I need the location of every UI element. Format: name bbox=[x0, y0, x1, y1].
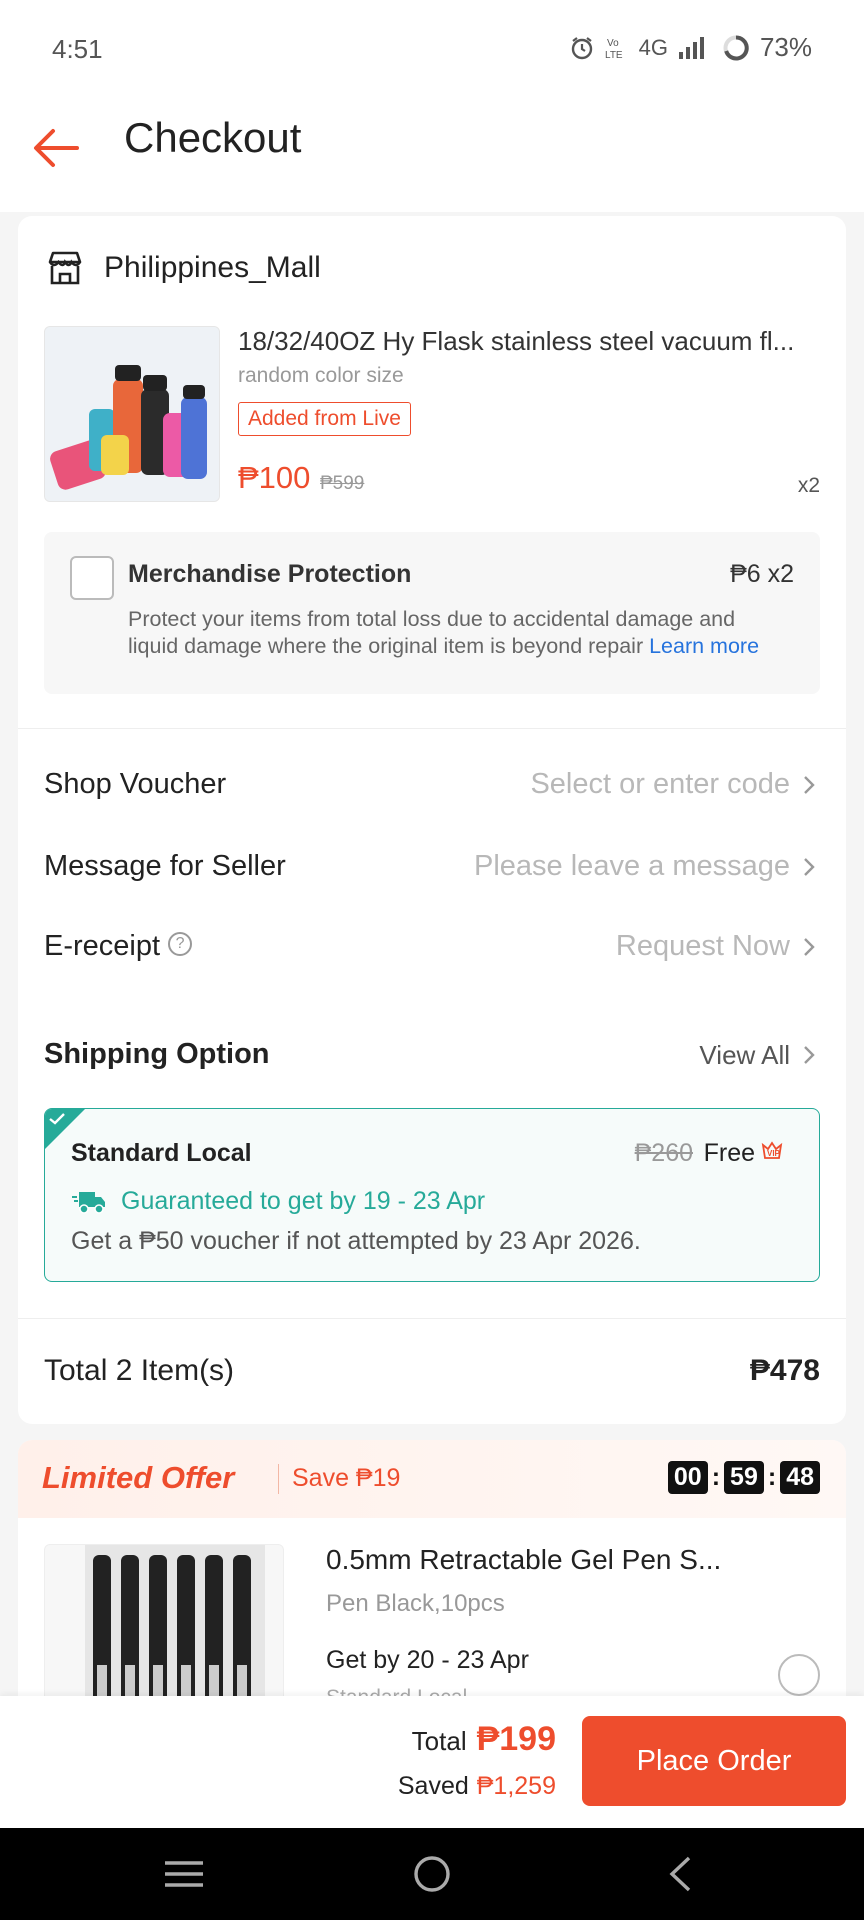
volte-icon: Vo LTE bbox=[605, 35, 629, 61]
divider bbox=[18, 1318, 846, 1319]
learn-more-link[interactable]: Learn more bbox=[649, 634, 759, 658]
countdown-timer: 00 : 59 : 48 bbox=[667, 1461, 820, 1494]
protection-description: Protect your items from total loss due t… bbox=[128, 606, 788, 660]
shop-voucher-label: Shop Voucher bbox=[44, 768, 227, 800]
message-seller-value[interactable]: Please leave a message bbox=[474, 850, 790, 883]
checkout-bottom-bar: Total ₱199 Saved ₱1,259 Place Order bbox=[0, 1696, 864, 1828]
shipping-guarantee: Guaranteed to get by 19 - 23 Apr bbox=[71, 1187, 485, 1216]
place-order-button[interactable]: Place Order bbox=[582, 1716, 846, 1806]
limited-offer-save: Save ₱19 bbox=[292, 1464, 401, 1492]
page-title: Checkout bbox=[124, 114, 302, 161]
shipping-fee: Free bbox=[703, 1139, 755, 1167]
order-total-value: ₱478 bbox=[749, 1354, 820, 1387]
check-icon bbox=[49, 1113, 65, 1125]
ereceipt-label: E-receipt bbox=[44, 930, 161, 962]
chevron-right-icon[interactable] bbox=[800, 938, 818, 956]
product-original-price: ₱599 bbox=[320, 473, 365, 494]
header: Checkout bbox=[0, 100, 864, 212]
info-icon[interactable]: ? bbox=[168, 932, 193, 957]
system-nav-bar bbox=[0, 1828, 864, 1920]
bottom-saved-value: ₱1,259 bbox=[476, 1772, 556, 1800]
ereceipt-row: E-receipt? bbox=[44, 930, 193, 963]
shipping-option-title: Shipping Option bbox=[44, 1038, 270, 1070]
bottom-total: Total ₱199 bbox=[412, 1720, 556, 1759]
protection-checkbox[interactable] bbox=[70, 556, 114, 600]
truck-icon bbox=[72, 1191, 105, 1214]
offer-separator bbox=[278, 1464, 279, 1494]
store-icon bbox=[48, 251, 82, 285]
shipping-option-card[interactable]: Standard Local ₱260 Free VIP Guaranteed … bbox=[44, 1108, 820, 1282]
chevron-right-icon[interactable] bbox=[800, 1046, 818, 1064]
vip-icon: VIP bbox=[761, 1141, 783, 1159]
chevron-right-icon[interactable] bbox=[800, 858, 818, 876]
shipping-method-name: Standard Local bbox=[71, 1139, 252, 1167]
offer-select-radio[interactable] bbox=[778, 1654, 820, 1696]
shop-name: Philippines_Mall bbox=[104, 251, 321, 284]
timer-hours: 00 bbox=[667, 1461, 708, 1494]
product-variant: random color size bbox=[238, 364, 404, 387]
divider bbox=[18, 728, 846, 729]
svg-text:VIP: VIP bbox=[767, 1149, 781, 1158]
shipping-voucher-note: Get a ₱50 voucher if not attempted by 23… bbox=[71, 1227, 641, 1255]
svg-text:Vo: Vo bbox=[607, 38, 619, 49]
bottom-total-label: Total bbox=[411, 1726, 467, 1756]
bottom-saved: Saved ₱1,259 bbox=[398, 1772, 556, 1801]
product-image[interactable] bbox=[44, 326, 220, 502]
status-bar: 4:51 Vo LTE 4G 73% bbox=[0, 0, 864, 100]
message-seller-label: Message for Seller bbox=[44, 850, 286, 882]
alarm-icon bbox=[569, 35, 595, 61]
limited-offer-banner: Limited Offer Save ₱19 00 : 59 : 48 bbox=[18, 1440, 846, 1518]
status-icons: Vo LTE 4G 73% bbox=[569, 32, 812, 63]
order-total-label: Total 2 Item(s) bbox=[44, 1354, 235, 1387]
chevron-right-icon[interactable] bbox=[800, 776, 818, 794]
shipping-guarantee-text: Guaranteed to get by 19 - 23 Apr bbox=[121, 1187, 486, 1215]
nav-back-icon[interactable] bbox=[656, 1850, 704, 1898]
timer-minutes: 59 bbox=[724, 1461, 764, 1494]
product-title[interactable]: 18/32/40OZ Hy Flask stainless steel vacu… bbox=[238, 326, 820, 357]
offer-product-variant: Pen Black,10pcs bbox=[326, 1590, 505, 1617]
merchandise-protection: Merchandise Protection ₱6 x2 Protect you… bbox=[44, 532, 820, 694]
offer-product-title[interactable]: 0.5mm Retractable Gel Pen S... bbox=[326, 1544, 786, 1576]
menu-icon[interactable] bbox=[160, 1850, 208, 1898]
shop-header[interactable]: Philippines_Mall bbox=[46, 250, 321, 286]
svg-text:LTE: LTE bbox=[605, 50, 623, 61]
offer-product-image[interactable] bbox=[44, 1544, 284, 1700]
shipping-original-fee: ₱260 bbox=[634, 1139, 693, 1167]
protection-description-text: Protect your items from total loss due t… bbox=[128, 607, 736, 658]
order-card: Philippines_Mall 18/32/40OZ Hy Flask sta… bbox=[18, 216, 846, 1424]
bottom-total-value: ₱199 bbox=[476, 1720, 556, 1758]
home-icon[interactable] bbox=[408, 1850, 456, 1898]
offer-delivery-estimate: Get by 20 - 23 Apr bbox=[326, 1646, 529, 1674]
protection-title: Merchandise Protection bbox=[128, 560, 412, 588]
battery-icon bbox=[722, 34, 750, 62]
back-arrow-icon bbox=[34, 129, 79, 167]
status-time: 4:51 bbox=[52, 34, 103, 64]
product-quantity: x2 bbox=[797, 474, 820, 497]
shop-voucher-value[interactable]: Select or enter code bbox=[530, 768, 790, 801]
protection-price: ₱6 x2 bbox=[730, 560, 794, 588]
network-type: 4G bbox=[638, 34, 668, 60]
product-price: ₱100 bbox=[238, 460, 311, 495]
timer-seconds: 48 bbox=[780, 1461, 820, 1494]
limited-offer-title: Limited Offer bbox=[42, 1460, 235, 1495]
back-button[interactable] bbox=[26, 118, 86, 178]
added-from-live-tag: Added from Live bbox=[238, 402, 411, 436]
ereceipt-value[interactable]: Request Now bbox=[616, 930, 790, 963]
limited-offer-card: Limited Offer Save ₱19 00 : 59 : 48 0.5m… bbox=[18, 1440, 846, 1700]
battery-level: 73% bbox=[759, 32, 812, 62]
signal-icon bbox=[678, 36, 704, 60]
shipping-view-all[interactable]: View All bbox=[699, 1040, 790, 1071]
bottom-saved-label: Saved bbox=[397, 1772, 469, 1800]
